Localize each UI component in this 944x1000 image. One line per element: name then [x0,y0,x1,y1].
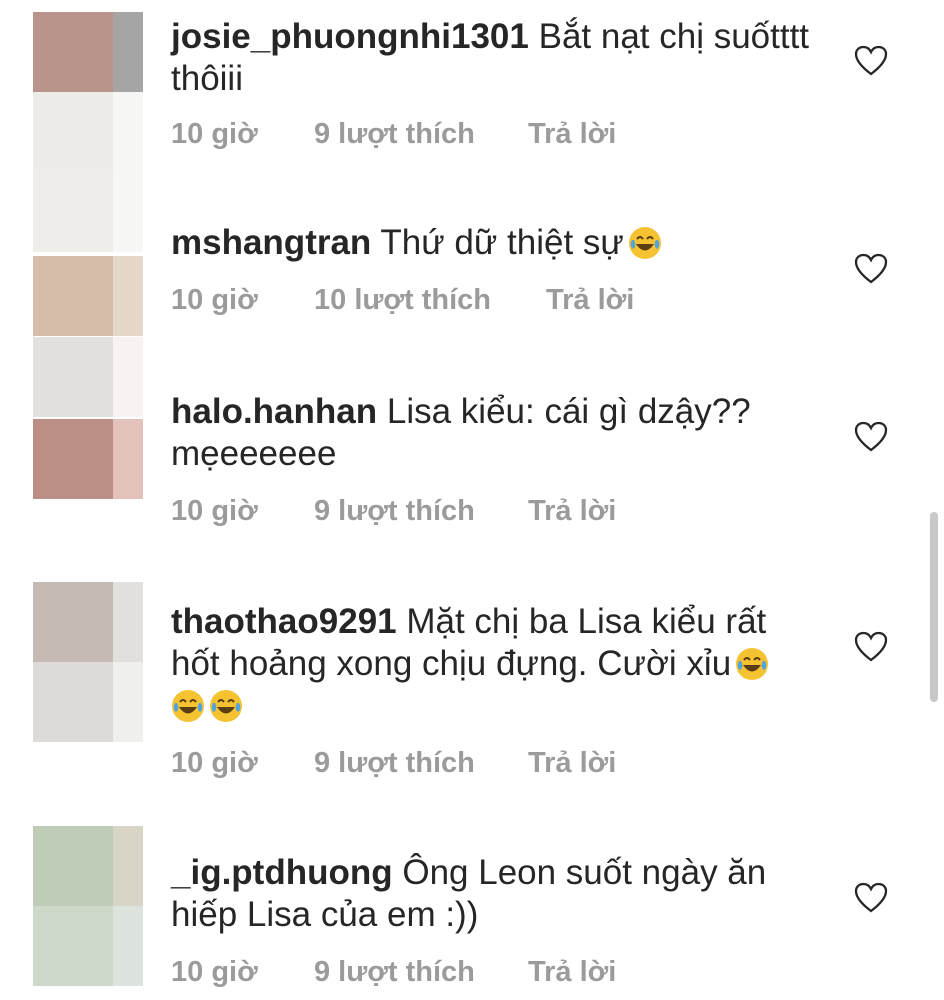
reply-button[interactable]: Trả lời [528,114,616,154]
comment-time: 10 giờ [171,118,258,150]
reply-button[interactable]: Trả lời [528,743,616,783]
comment-text: Thứ dữ thiệt sự [380,223,624,262]
comment-time: 10 giờ [171,284,258,316]
reply-button[interactable]: Trả lời [546,280,634,320]
comment-likes[interactable]: 9 lượt thích [314,114,475,154]
heart-outline-icon[interactable] [854,253,888,285]
comment-username[interactable]: _ig.ptdhuong [171,853,393,892]
heart-outline-icon[interactable] [854,882,888,914]
face-with-tears-of-joy-icon [736,648,769,680]
comment-1: josie_phuongnhi1301 Bắt nạt chị suốtttt … [171,16,821,100]
comment-3: halo.hanhan Lisa kiểu: cái gì dzậy?? mẹe… [171,391,821,475]
comment-time: 10 giờ [171,956,258,988]
comment-2: mshangtran Thứ dữ thiệt sự [171,222,821,264]
scrollbar[interactable] [930,512,938,702]
comment-likes[interactable]: 9 lượt thích [314,743,475,783]
comment-time: 10 giờ [171,495,258,527]
comment-likes[interactable]: 10 lượt thích [314,280,491,320]
reply-button[interactable]: Trả lời [528,491,616,531]
comment-likes[interactable]: 9 lượt thích [314,491,475,531]
comment-username[interactable]: josie_phuongnhi1301 [171,17,529,56]
comment-time: 10 giờ [171,747,258,779]
heart-outline-icon[interactable] [854,631,888,663]
comment-username[interactable]: thaothao9291 [171,602,397,641]
face-with-tears-of-joy-icon [210,690,242,722]
reply-button[interactable]: Trả lời [528,952,616,992]
comment-4: thaothao9291 Mặt chị ba Lisa kiểu rất hố… [171,601,821,727]
heart-outline-icon[interactable] [854,421,888,453]
heart-outline-icon[interactable] [854,45,888,77]
comment-likes[interactable]: 9 lượt thích [314,952,475,992]
face-with-tears-of-joy-icon [628,227,661,259]
face-with-tears-of-joy-icon [172,690,204,722]
comment-5: _ig.ptdhuong Ông Leon suốt ngày ăn hiếp … [171,852,821,936]
comment-username[interactable]: mshangtran [171,223,371,262]
comment-username[interactable]: halo.hanhan [171,392,377,431]
